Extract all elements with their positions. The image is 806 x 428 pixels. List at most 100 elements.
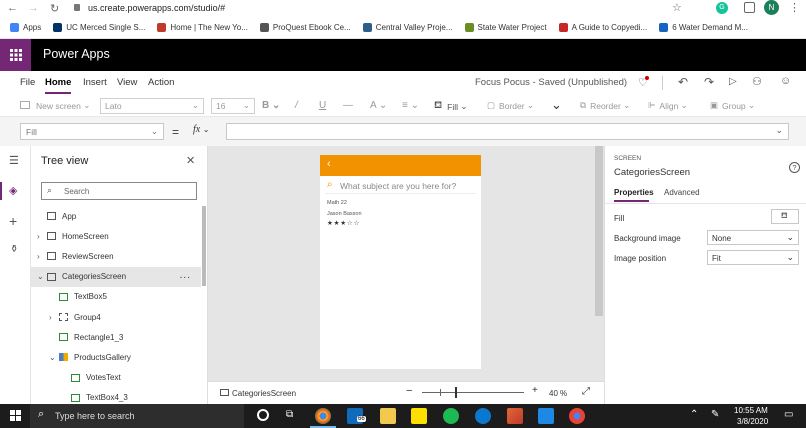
- subject-search-input[interactable]: What subject are you here for?: [340, 181, 456, 191]
- zoom-out-button[interactable]: −: [406, 385, 412, 397]
- close-icon[interactable]: ✕: [186, 154, 195, 167]
- chevron-down-icon[interactable]: ⌄: [37, 272, 47, 281]
- tree-item-reviewscreen[interactable]: › ReviewScreen: [31, 246, 201, 266]
- file-explorer-icon[interactable]: [380, 408, 396, 424]
- chevron-right-icon[interactable]: ›: [49, 313, 59, 322]
- expand-formula-icon[interactable]: ⌄: [775, 125, 783, 136]
- tree-item-group4[interactable]: › Group4: [31, 307, 201, 327]
- back-icon[interactable]: ←: [7, 2, 18, 14]
- data-sources-icon[interactable]: ⚱: [10, 244, 18, 255]
- hamburger-icon[interactable]: ☰: [9, 154, 19, 167]
- tree-item-votestext[interactable]: VotesText: [31, 368, 201, 388]
- zoom-slider[interactable]: [422, 387, 524, 398]
- reload-icon[interactable]: ↻: [50, 2, 59, 15]
- image-position-select[interactable]: Fit ⌄: [707, 250, 799, 265]
- redo-icon[interactable]: ↷: [704, 75, 714, 89]
- tab-advanced[interactable]: Advanced: [664, 188, 700, 197]
- tree-item-productsgallery[interactable]: ⌄ ProductsGallery: [31, 347, 201, 367]
- more-chevron-icon[interactable]: ⌄: [551, 97, 562, 113]
- font-family-select[interactable]: Lato ⌄: [100, 98, 204, 114]
- play-icon[interactable]: ▷: [729, 76, 737, 87]
- app-launcher-icon[interactable]: [0, 39, 31, 71]
- font-color-icon[interactable]: A ⌄: [370, 100, 387, 111]
- text-align-icon[interactable]: ≡ ⌄: [402, 100, 419, 111]
- task-view-icon[interactable]: ⧉: [286, 409, 293, 420]
- fill-button[interactable]: ⛾ Fill ⌄: [434, 100, 468, 113]
- zoom-in-button[interactable]: +: [532, 385, 538, 396]
- extension-icon[interactable]: G: [716, 2, 728, 14]
- address-url[interactable]: us.create.powerapps.com/studio/#: [88, 3, 225, 13]
- bookmark-star-icon[interactable]: ☆: [672, 1, 682, 14]
- notifications-icon[interactable]: ▭: [784, 409, 793, 420]
- chevron-right-icon[interactable]: ›: [37, 232, 47, 241]
- strikethrough-icon[interactable]: —: [343, 100, 353, 111]
- back-arrow-icon[interactable]: ‹: [327, 158, 331, 170]
- fit-to-window-icon[interactable]: ⤢: [582, 386, 590, 397]
- bookmark-item[interactable]: UC Merced Single S...: [53, 22, 145, 32]
- spotify-icon[interactable]: [443, 408, 459, 424]
- bookmark-item[interactable]: Apps: [10, 22, 41, 32]
- show-hidden-icons[interactable]: ⌃: [690, 409, 698, 420]
- bookmark-item[interactable]: State Water Project: [464, 22, 547, 32]
- tree-scrollbar[interactable]: [202, 206, 206, 286]
- bookmark-item[interactable]: ProQuest Ebook Ce...: [259, 22, 351, 32]
- edge-icon[interactable]: [475, 408, 491, 424]
- bookmark-item[interactable]: Home | The New Yo...: [157, 22, 248, 32]
- undo-icon[interactable]: ↶: [678, 75, 688, 89]
- bookmark-item[interactable]: Central Valley Proje...: [362, 22, 453, 32]
- cortana-icon[interactable]: [257, 409, 269, 421]
- new-screen-button[interactable]: New screen ⌄: [36, 100, 90, 111]
- fx-button[interactable]: fx ⌄: [193, 124, 223, 140]
- taskbar-search[interactable]: ⌕ Type here to search: [30, 404, 244, 428]
- more-options-icon[interactable]: ...: [180, 270, 191, 281]
- chrome-profile-icon[interactable]: [569, 408, 585, 424]
- reorder-button[interactable]: ⧉ Reorder ⌄: [580, 100, 630, 111]
- extension2-icon[interactable]: [744, 2, 755, 13]
- tree-search-box[interactable]: ⌕ Search: [41, 182, 197, 200]
- insert-icon[interactable]: +: [9, 213, 17, 229]
- zoom-slider-thumb[interactable]: [455, 387, 457, 398]
- app-icon[interactable]: [538, 408, 554, 424]
- help-icon[interactable]: ☺: [780, 75, 791, 87]
- menu-action[interactable]: Action: [148, 77, 174, 88]
- property-select[interactable]: Fill ⌄: [20, 123, 164, 140]
- chrome-icon[interactable]: [315, 408, 331, 424]
- menu-view[interactable]: View: [117, 77, 137, 88]
- tree-view-icon[interactable]: ◈: [9, 184, 17, 197]
- tree-item-app[interactable]: App: [31, 206, 201, 226]
- menu-file[interactable]: File: [20, 77, 35, 88]
- underline-icon[interactable]: U: [319, 100, 326, 111]
- tree-item-categoriesscreen[interactable]: ⌄ CategoriesScreen...: [31, 266, 201, 287]
- italic-icon[interactable]: /: [295, 100, 298, 111]
- browser-menu-icon[interactable]: ⋮: [789, 1, 800, 14]
- clock-date[interactable]: 3/8/2020: [737, 417, 768, 426]
- menu-home[interactable]: Home: [45, 77, 71, 88]
- align-button[interactable]: ⊫ Align ⌄: [648, 100, 688, 111]
- chevron-right-icon[interactable]: ›: [37, 252, 47, 261]
- windows-start-icon[interactable]: [10, 410, 21, 423]
- share-user-icon[interactable]: ⚇: [752, 75, 762, 88]
- forward-icon[interactable]: →: [28, 2, 39, 14]
- menu-insert[interactable]: Insert: [83, 77, 107, 88]
- tree-item-textbox5[interactable]: TextBox5: [31, 287, 201, 307]
- formula-input[interactable]: ⌄: [226, 123, 789, 140]
- app-checker-icon[interactable]: ♡: [638, 76, 649, 89]
- current-screen-name[interactable]: CategoriesScreen: [232, 389, 296, 398]
- mail-icon[interactable]: 66: [347, 408, 366, 424]
- chevron-down-icon[interactable]: ⌄: [49, 353, 59, 362]
- font-size-select[interactable]: 16 ⌄: [211, 98, 255, 114]
- background-image-select[interactable]: None ⌄: [707, 230, 799, 245]
- tree-item-homescreen[interactable]: › HomeScreen: [31, 226, 201, 246]
- tab-properties[interactable]: Properties: [614, 188, 654, 197]
- bookmark-item[interactable]: A Guide to Copyedi...: [558, 22, 647, 32]
- matlab-icon[interactable]: [507, 408, 523, 424]
- fill-color-swatch[interactable]: ⛾: [771, 209, 799, 224]
- pen-icon[interactable]: ✎: [711, 409, 719, 420]
- app-screen-preview[interactable]: ‹ ⌕ What subject are you here for? Math …: [320, 155, 481, 369]
- bookmark-item[interactable]: 6 Water Demand M...: [659, 22, 748, 32]
- help-circle-icon[interactable]: ?: [789, 162, 800, 173]
- group-button[interactable]: ▣ Group ⌄: [710, 100, 755, 111]
- canvas-scrollbar[interactable]: [595, 146, 603, 316]
- border-button[interactable]: ▢ Border ⌄: [487, 100, 534, 111]
- profile-avatar[interactable]: N: [764, 0, 779, 15]
